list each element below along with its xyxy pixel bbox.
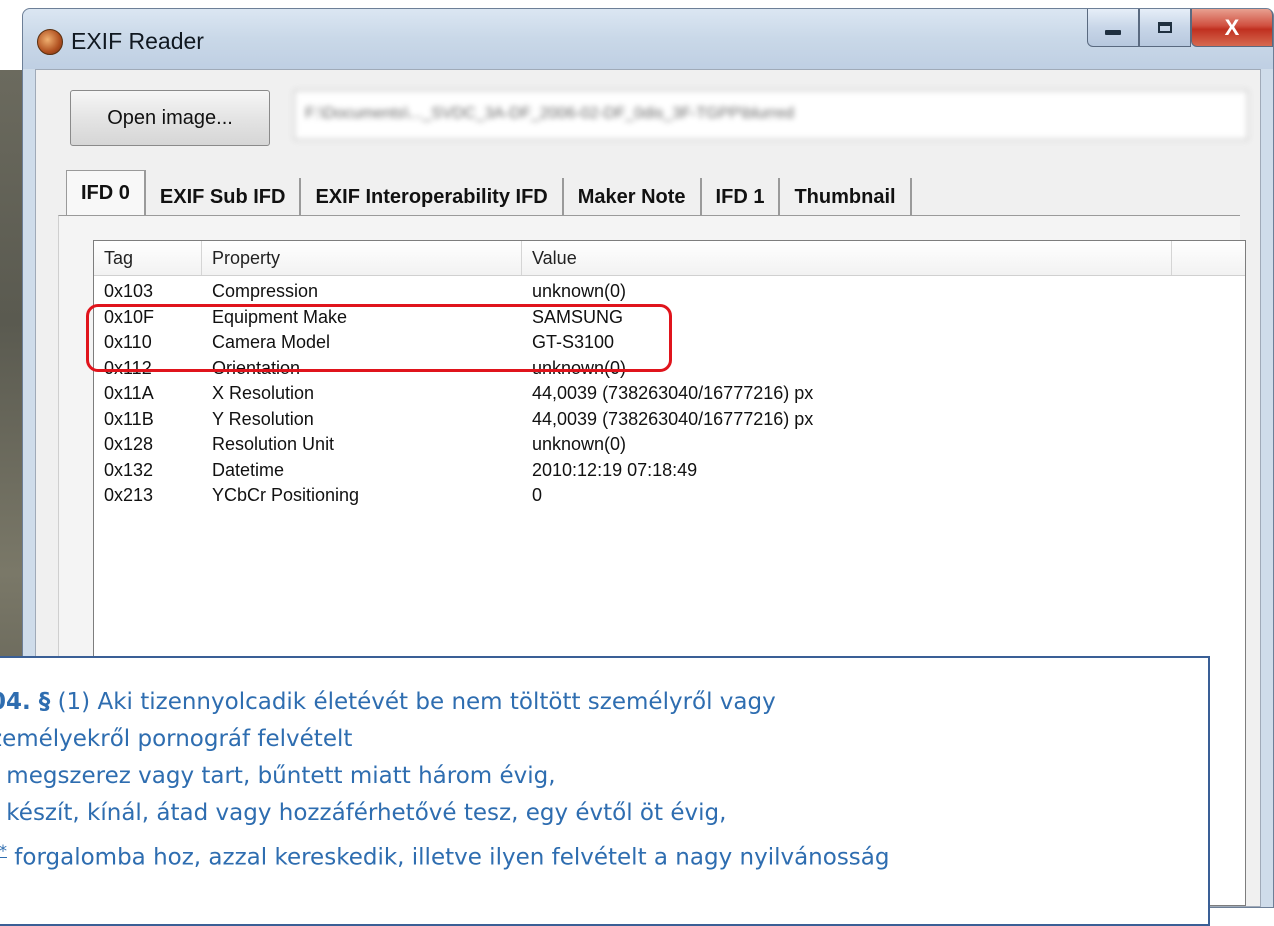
- close-button[interactable]: X: [1191, 9, 1273, 47]
- property-cell: Equipment Make: [212, 306, 348, 327]
- column-header-tag[interactable]: Tag: [94, 241, 202, 275]
- app-icon: [37, 29, 63, 55]
- value-cell: unknown(0): [532, 434, 627, 454]
- section-number: 04. §: [0, 689, 51, 715]
- table-row[interactable]: 0x11A X Resolution 44,0039 (738263040/1677…: [94, 381, 1245, 407]
- column-header-property[interactable]: Property: [202, 241, 522, 275]
- property-cell: X Resolution: [212, 383, 315, 403]
- tab-strip: IFD 0 EXIF Sub IFD EXIF Interoperability…: [66, 168, 912, 216]
- table-row[interactable]: 0x103 Compression unknown(0): [94, 279, 1245, 305]
- tag-cell: 0x103: [104, 281, 154, 301]
- legal-text-overlay: 04. § (1) Aki tizennyolcadik életévét be…: [0, 656, 1210, 926]
- tag-cell: 0x112: [104, 357, 152, 378]
- value-cell: 0: [532, 485, 543, 505]
- table-row[interactable]: 0x10F Equipment Make SAMSUNG: [94, 305, 1245, 331]
- tag-cell: 0x11A: [104, 383, 154, 403]
- property-cell: Camera Model: [212, 332, 331, 352]
- legal-text: forgalomba hoz, azzal kereskedik, illetv…: [6, 844, 890, 871]
- minimize-icon: [1105, 30, 1121, 35]
- legal-text: készít, kínál, átad vagy hozzáférhetővé …: [0, 800, 727, 826]
- close-icon: X: [1224, 14, 1240, 40]
- tab-thumbnail[interactable]: Thumbnail: [780, 178, 912, 216]
- tag-cell: 0x10F: [104, 306, 155, 327]
- tab-maker-note[interactable]: Maker Note: [564, 178, 702, 216]
- tab-exif-sub-ifd[interactable]: EXIF Sub IFD: [146, 178, 302, 216]
- value-cell: unknown(0): [532, 357, 627, 378]
- legal-line-5: )* forgalomba hoz, azzal kereskedik, ill…: [0, 832, 1208, 877]
- property-cell: Datetime: [212, 459, 285, 480]
- tag-cell: 0x11B: [104, 408, 154, 429]
- table-row[interactable]: 0x110 Camera Model GT-S3100: [94, 330, 1245, 356]
- tag-cell: 0x110: [104, 332, 152, 352]
- legal-line-2: zemélyekről pornográf felvételt: [0, 721, 1208, 758]
- table-row[interactable]: 0x112 Orientation unknown(0): [94, 356, 1245, 382]
- value-cell: GT-S3100: [532, 332, 615, 352]
- value-cell: unknown(0): [532, 281, 627, 301]
- value-cell: 44,0039 (738263040/16777216) px: [532, 383, 814, 403]
- property-cell: Compression: [212, 281, 319, 301]
- list-rows: 0x103 Compression unknown(0) 0x10F Equipmen…: [94, 279, 1245, 509]
- legal-text: zemélyekről pornográf felvételt: [0, 726, 353, 752]
- legal-text: (1) Aki tizennyolcadik életévét be nem t…: [50, 689, 776, 715]
- value-cell: 2010:12:19 07:18:49: [532, 459, 698, 480]
- property-cell: YCbCr Positioning: [212, 485, 360, 505]
- table-row[interactable]: 0x132 Datetime 2010:12:19 07:18:49: [94, 458, 1245, 484]
- property-cell: Orientation: [212, 357, 301, 378]
- title-bar[interactable]: EXIF Reader X: [23, 9, 1273, 69]
- footnote-link[interactable]: *: [0, 841, 7, 860]
- table-row[interactable]: 0x213 YCbCr Positioning 0: [94, 483, 1245, 509]
- legal-text: megszerez vagy tart, bűntett miatt három…: [0, 763, 556, 789]
- legal-line-1: 04. § (1) Aki tizennyolcadik életévét be…: [0, 684, 1208, 721]
- tag-cell: 0x132: [104, 459, 154, 480]
- tab-ifd0[interactable]: IFD 0: [66, 170, 146, 216]
- legal-line-3: ) megszerez vagy tart, bűntett miatt hár…: [0, 758, 1208, 795]
- window-title: EXIF Reader: [71, 28, 204, 54]
- value-cell: SAMSUNG: [532, 306, 624, 327]
- table-row[interactable]: 0x128 Resolution Unit unknown(0): [94, 432, 1245, 458]
- file-path-field[interactable]: F:\Documents\..._SVDC_3A-DF_2006-02-DF_0…: [294, 90, 1248, 140]
- value-cell: 44,0039 (738263040/16777216) px: [532, 408, 814, 429]
- tag-cell: 0x213: [104, 485, 154, 505]
- property-cell: Resolution Unit: [212, 434, 335, 454]
- tab-exif-interoperability-ifd[interactable]: EXIF Interoperability IFD: [301, 178, 564, 216]
- maximize-icon: [1158, 22, 1172, 33]
- column-header-value[interactable]: Value: [522, 241, 1172, 275]
- tag-cell: 0x128: [104, 434, 154, 454]
- open-image-button[interactable]: Open image...: [70, 90, 270, 146]
- window-controls: X: [1087, 9, 1273, 49]
- minimize-button[interactable]: [1087, 9, 1139, 47]
- property-cell: Y Resolution: [212, 408, 314, 429]
- legal-line-4: ) készít, kínál, átad vagy hozzáférhetőv…: [0, 795, 1208, 832]
- maximize-button[interactable]: [1139, 9, 1191, 47]
- tab-ifd1[interactable]: IFD 1: [702, 178, 781, 216]
- list-header: Tag Property Value: [94, 241, 1245, 276]
- table-row[interactable]: 0x11B Y Resolution 44,0039 (738263040/1677…: [94, 407, 1245, 433]
